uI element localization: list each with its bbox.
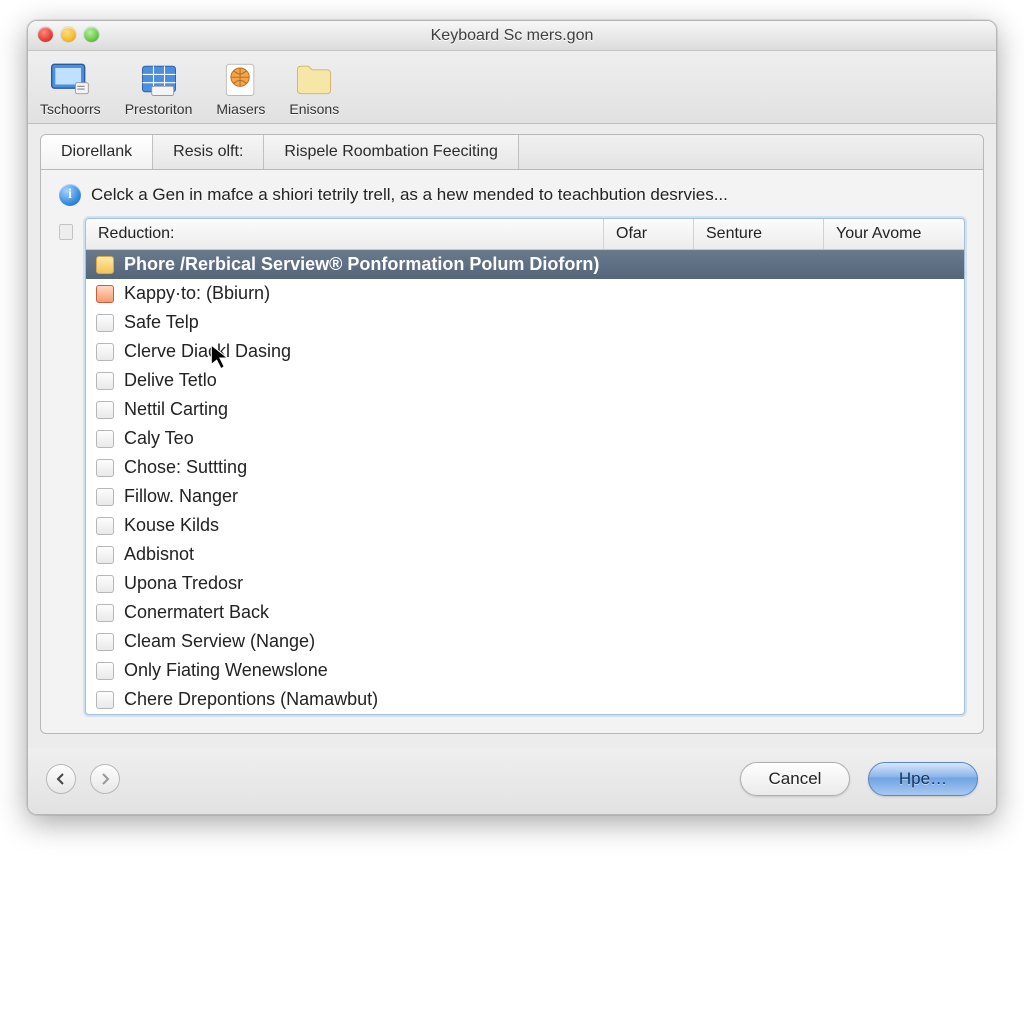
list-item[interactable]: Kouse Kilds [86,511,964,540]
forward-button[interactable] [90,764,120,794]
info-text: Celck a Gen in mafce a shiori tetrily tr… [91,185,728,205]
zoom-icon[interactable] [84,27,99,42]
titlebar: Keyboard Sc mers.gon [28,21,996,51]
col-your-avome[interactable]: Your Avome [824,219,964,249]
tab-rispele[interactable]: Rispele Roombation Feeciting [264,135,518,169]
close-icon[interactable] [38,27,53,42]
cancel-button[interactable]: Cancel [740,762,850,796]
list-item[interactable]: Upona Tredosr [86,569,964,598]
list-item[interactable]: Clerve Diackl Dasing [86,337,964,366]
toolbar-label: Enisons [289,101,339,117]
item-label: Adbisnot [124,544,194,565]
toolbar-enisons[interactable]: Enisons [289,59,339,117]
toolbar-label: Prestoriton [125,101,193,117]
list-header: Reduction: Ofar Senture Your Avome [86,219,964,250]
list-item[interactable]: Caly Teo [86,424,964,453]
list-item[interactable]: Chere Drepontions (Namawbut) [86,685,964,714]
tab-resis-olft[interactable]: Resis olft: [153,135,264,169]
tab-panel: i Celck a Gen in mafce a shiori tetrily … [40,170,984,734]
item-label: Only Fiating Wenewslone [124,660,328,681]
gutter-block-icon [59,224,73,240]
item-label: Upona Tredosr [124,573,243,594]
tab-filler [519,135,983,169]
toolbar-label: Miasers [216,101,265,117]
tab-bar: DiorellankResis olft:Rispele Roombation … [40,134,984,170]
item-label: Chose: Suttting [124,457,247,478]
item-label: Chere Drepontions (Namawbut) [124,689,378,710]
item-label: Fillow. Nanger [124,486,238,507]
item-label: Phore /Rerbical Serview® Ponformation Po… [124,254,599,275]
list-item[interactable]: Safe Telp [86,308,964,337]
list-item[interactable]: Conermatert Back [86,598,964,627]
grid-icon [135,59,183,99]
item-icon [96,314,114,332]
item-label: Conermatert Back [124,602,269,623]
item-label: Caly Teo [124,428,194,449]
item-icon [96,691,114,709]
listbox[interactable]: Reduction: Ofar Senture Your Avome Phore… [85,218,965,715]
item-icon [96,372,114,390]
globe-doc-icon [217,59,265,99]
item-icon [96,430,114,448]
toolbar-miasers[interactable]: Miasers [216,59,265,117]
back-button[interactable] [46,764,76,794]
footer: Cancel Hpe… [28,748,996,814]
traffic-lights [38,27,99,42]
item-icon [96,343,114,361]
tab-diorellank[interactable]: Diorellank [41,135,153,169]
toolbar: Tschoorrs Prestoriton Miasers Enisons [28,51,996,124]
listbox-wrap: Reduction: Ofar Senture Your Avome Phore… [59,218,965,715]
item-label: Clerve Diackl Dasing [124,341,291,362]
left-gutter [59,218,77,715]
chevron-right-icon [100,773,110,785]
list-item[interactable]: Adbisnot [86,540,964,569]
list-item[interactable]: Kappy·to: (Bbiurn) [86,279,964,308]
list-item[interactable]: Nettil Carting [86,395,964,424]
item-label: Kouse Kilds [124,515,219,536]
col-ofar[interactable]: Ofar [604,219,694,249]
primary-button[interactable]: Hpe… [868,762,978,796]
info-row: i Celck a Gen in mafce a shiori tetrily … [59,184,965,206]
list-item[interactable]: Fillow. Nanger [86,482,964,511]
nav-buttons [46,764,120,794]
list-item[interactable]: Chose: Suttting [86,453,964,482]
item-icon [96,662,114,680]
item-icon [96,256,114,274]
window-title: Keyboard Sc mers.gon [431,27,594,45]
list-item[interactable]: Cleam Serview (Nange) [86,627,964,656]
toolbar-prestoriton[interactable]: Prestoriton [125,59,193,117]
preferences-window: Keyboard Sc mers.gon Tschoorrs Prestorito… [27,20,997,815]
list-item[interactable]: Only Fiating Wenewslone [86,656,964,685]
content-area: DiorellankResis olft:Rispele Roombation … [28,124,996,748]
list-item[interactable]: Phore /Rerbical Serview® Ponformation Po… [86,250,964,279]
item-icon [96,633,114,651]
col-senture[interactable]: Senture [694,219,824,249]
monitor-icon [46,59,94,99]
toolbar-label: Tschoorrs [40,101,101,117]
minimize-icon[interactable] [61,27,76,42]
item-icon [96,517,114,535]
action-buttons: Cancel Hpe… [740,762,978,796]
item-label: Nettil Carting [124,399,228,420]
col-reduction[interactable]: Reduction: [86,219,604,249]
info-icon: i [59,184,81,206]
chevron-left-icon [56,773,66,785]
item-icon [96,575,114,593]
item-icon [96,285,114,303]
item-icon [96,604,114,622]
item-label: Cleam Serview (Nange) [124,631,315,652]
item-icon [96,401,114,419]
list-item[interactable]: Delive Tetlo [86,366,964,395]
item-icon [96,546,114,564]
item-icon [96,488,114,506]
folder-icon [290,59,338,99]
item-label: Safe Telp [124,312,199,333]
toolbar-tschoorrs[interactable]: Tschoorrs [40,59,101,117]
item-label: Kappy·to: (Bbiurn) [124,283,270,304]
item-icon [96,459,114,477]
list-rows: Phore /Rerbical Serview® Ponformation Po… [86,250,964,714]
item-label: Delive Tetlo [124,370,217,391]
